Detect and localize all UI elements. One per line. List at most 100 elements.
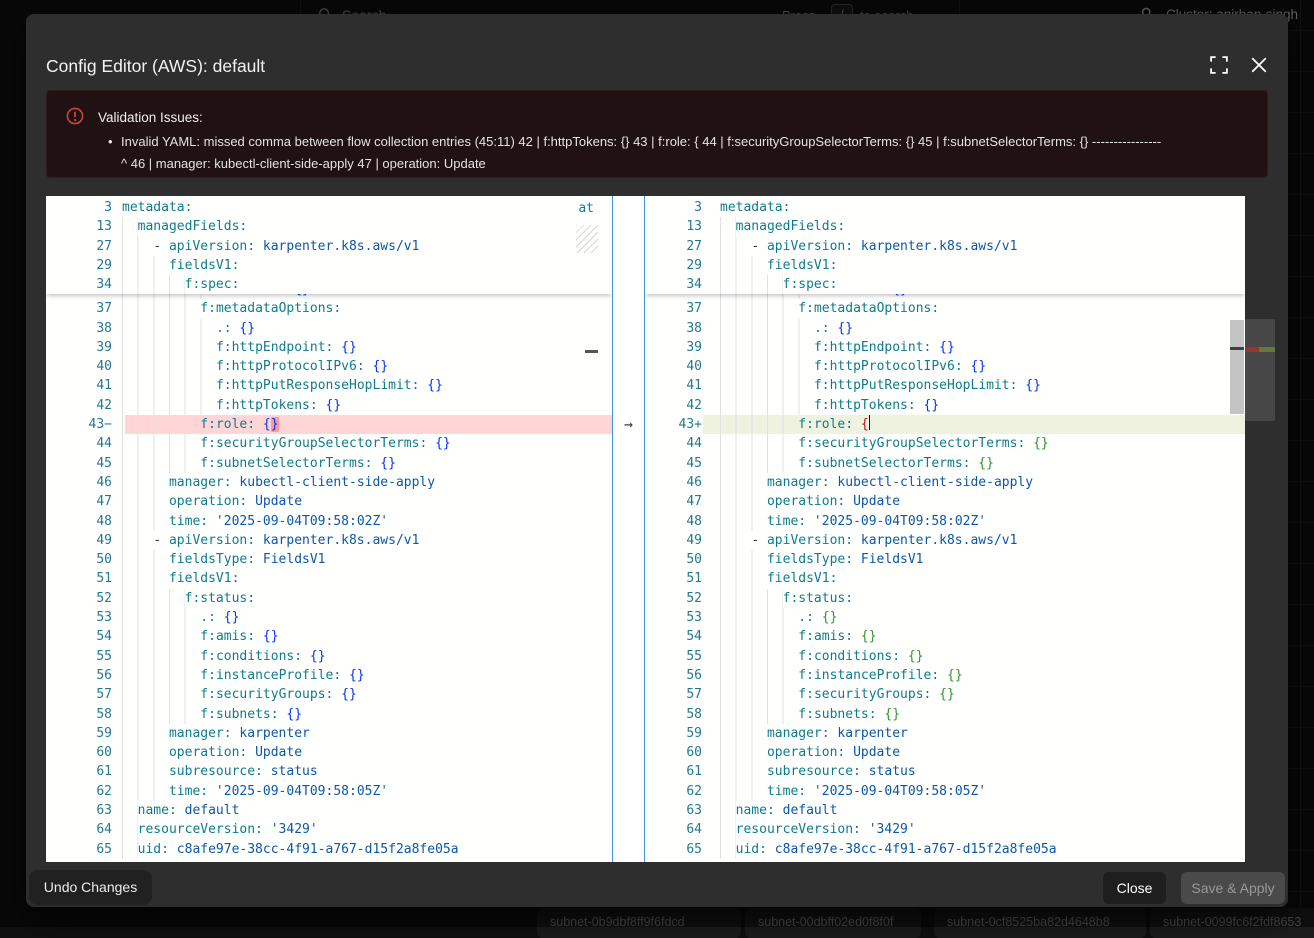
line-number: 64	[645, 820, 702, 839]
code-line[interactable]: 46manager: kubectl-client-side-apply	[645, 473, 1245, 492]
code-line[interactable]: 52f:status:	[46, 589, 612, 608]
indent-guides	[720, 338, 814, 357]
code-line[interactable]: 13managedFields:	[645, 217, 1245, 236]
code-line[interactable]: 44f:securityGroupSelectorTerms: {}	[645, 434, 1245, 453]
line-number: 64	[46, 820, 112, 839]
scrollbar-thumb[interactable]	[1230, 320, 1244, 414]
code-line[interactable]: 56f:instanceProfile: {}	[645, 666, 1245, 685]
code-line[interactable]: 3metadata:	[645, 198, 1245, 217]
code-line[interactable]: 43+f:role: {	[645, 415, 1245, 434]
code-line[interactable]: 59manager: karpenter	[645, 724, 1245, 743]
code-line[interactable]: 64resourceVersion: '3429'	[46, 820, 612, 839]
code-line[interactable]: 37f:metadataOptions:	[46, 299, 612, 318]
indent-guides	[720, 434, 798, 453]
code-line[interactable]: 43−f:role: {}	[46, 415, 612, 434]
line-number: 41	[46, 376, 112, 395]
code-line[interactable]: 58f:subnets: {}	[46, 705, 612, 724]
code-line[interactable]: 45f:subnetSelectorTerms: {}	[46, 454, 612, 473]
code-line[interactable]: 57f:securityGroups: {}	[645, 685, 1245, 704]
indent-guides	[122, 743, 169, 762]
code-line[interactable]: 27- apiVersion: karpenter.k8s.aws/v1	[645, 237, 1245, 256]
code-line[interactable]: 58f:subnets: {}	[645, 705, 1245, 724]
save-apply-button[interactable]: Save & Apply	[1181, 872, 1285, 904]
code-line[interactable]: 42f:httpTokens: {}	[46, 396, 612, 415]
line-number: 39	[46, 338, 112, 357]
code-line[interactable]: 65uid: c8afe97e-38cc-4f91-a767-d15f2a8fe…	[46, 840, 612, 859]
code-line[interactable]: 38.: {}	[46, 319, 612, 338]
code-line[interactable]: 40f:httpProtocolIPv6: {}	[46, 357, 612, 376]
line-number: 27	[46, 237, 112, 256]
code-line[interactable]: 3metadata:	[46, 198, 612, 217]
code-line[interactable]: 39f:httpEndpoint: {}	[645, 338, 1245, 357]
code-line[interactable]: 61subresource: status	[46, 762, 612, 781]
code-line[interactable]: 49- apiVersion: karpenter.k8s.aws/v1	[46, 531, 612, 550]
line-number: 40	[645, 357, 702, 376]
code-line[interactable]: 53.: {}	[46, 608, 612, 627]
code-line[interactable]: 50fieldsType: FieldsV1	[645, 550, 1245, 569]
code-line[interactable]: 57f:securityGroups: {}	[46, 685, 612, 704]
line-number: 43−	[46, 415, 112, 434]
undo-changes-button[interactable]: Undo Changes	[29, 870, 152, 905]
line-number: 52	[46, 589, 112, 608]
revert-change-arrow-icon[interactable]: →	[613, 415, 644, 434]
code-line[interactable]: 41f:httpPutResponseHopLimit: {}	[645, 376, 1245, 395]
code-line[interactable]: 47operation: Update	[645, 492, 1245, 511]
code-line[interactable]: 46manager: kubectl-client-side-apply	[46, 473, 612, 492]
code-line[interactable]: 40f:httpProtocolIPv6: {}	[645, 357, 1245, 376]
overview-ruler[interactable]	[1245, 319, 1275, 421]
code-line[interactable]: 13managedFields:	[46, 217, 612, 236]
code-line[interactable]: 37f:metadataOptions:	[645, 299, 1245, 318]
code-line[interactable]: 50fieldsType: FieldsV1	[46, 550, 612, 569]
code-line[interactable]: 51fieldsV1:	[46, 569, 612, 588]
code-line[interactable]: 39f:httpEndpoint: {}	[46, 338, 612, 357]
line-number: 38	[46, 319, 112, 338]
code-line[interactable]: 34f:spec:	[46, 275, 612, 294]
code-line[interactable]: 53.: {}	[645, 608, 1245, 627]
code-line[interactable]: 60operation: Update	[46, 743, 612, 762]
original-editor-pane[interactable]: {}37f:metadataOptions:38.: {}39f:httpEnd…	[46, 196, 612, 862]
code-line[interactable]: 60operation: Update	[645, 743, 1245, 762]
indent-guides	[720, 840, 736, 859]
code-line[interactable]: 55f:conditions: {}	[645, 647, 1245, 666]
code-line[interactable]: 63name: default	[46, 801, 612, 820]
code-line[interactable]: 48time: '2025-09-04T09:58:02Z'	[645, 512, 1245, 531]
indent-guides	[122, 319, 216, 338]
code-line[interactable]: 66spec:	[645, 859, 1245, 862]
indent-guides	[122, 454, 200, 473]
overview-ruler-removed-mark	[1246, 347, 1259, 352]
code-line[interactable]: 54f:amis: {}	[645, 627, 1245, 646]
code-line[interactable]: 52f:status:	[645, 589, 1245, 608]
code-line[interactable]: 62time: '2025-09-04T09:58:05Z'	[46, 782, 612, 801]
code-line[interactable]: 48time: '2025-09-04T09:58:02Z'	[46, 512, 612, 531]
code-line[interactable]: 38.: {}	[645, 319, 1245, 338]
code-line[interactable]: 65uid: c8afe97e-38cc-4f91-a767-d15f2a8fe…	[645, 840, 1245, 859]
fullscreen-icon[interactable]	[1210, 56, 1230, 76]
line-number: 34	[645, 275, 702, 294]
code-line[interactable]: 47operation: Update	[46, 492, 612, 511]
code-line[interactable]: 61subresource: status	[645, 762, 1245, 781]
code-line[interactable]: 34f:spec:	[645, 275, 1245, 294]
code-line[interactable]: 41f:httpPutResponseHopLimit: {}	[46, 376, 612, 395]
code-line[interactable]: 54f:amis: {}	[46, 627, 612, 646]
code-line[interactable]: 49- apiVersion: karpenter.k8s.aws/v1	[645, 531, 1245, 550]
indent-guides	[122, 275, 185, 294]
code-line[interactable]: 66spec:	[46, 859, 612, 862]
code-line[interactable]: 29fieldsV1:	[645, 256, 1245, 275]
code-line[interactable]: 45f:subnetSelectorTerms: {}	[645, 454, 1245, 473]
code-line[interactable]: 59manager: karpenter	[46, 724, 612, 743]
code-line[interactable]: 56f:instanceProfile: {}	[46, 666, 612, 685]
code-line[interactable]: 55f:conditions: {}	[46, 647, 612, 666]
line-number: 27	[645, 237, 702, 256]
code-line[interactable]: 63name: default	[645, 801, 1245, 820]
code-line[interactable]: 64resourceVersion: '3429'	[645, 820, 1245, 839]
indent-guides	[122, 512, 169, 531]
close-button[interactable]: Close	[1103, 872, 1166, 904]
modified-editor-pane[interactable]: {}37f:metadataOptions:38.: {}39f:httpEnd…	[645, 196, 1245, 862]
code-line[interactable]: 42f:httpTokens: {}	[645, 396, 1245, 415]
close-icon[interactable]	[1250, 56, 1270, 76]
code-line[interactable]: 44f:securityGroupSelectorTerms: {}	[46, 434, 612, 453]
code-line[interactable]: 29fieldsV1:	[46, 256, 612, 275]
code-line[interactable]: 62time: '2025-09-04T09:58:05Z'	[645, 782, 1245, 801]
code-line[interactable]: 51fieldsV1:	[645, 569, 1245, 588]
code-line[interactable]: 27- apiVersion: karpenter.k8s.aws/v1	[46, 237, 612, 256]
